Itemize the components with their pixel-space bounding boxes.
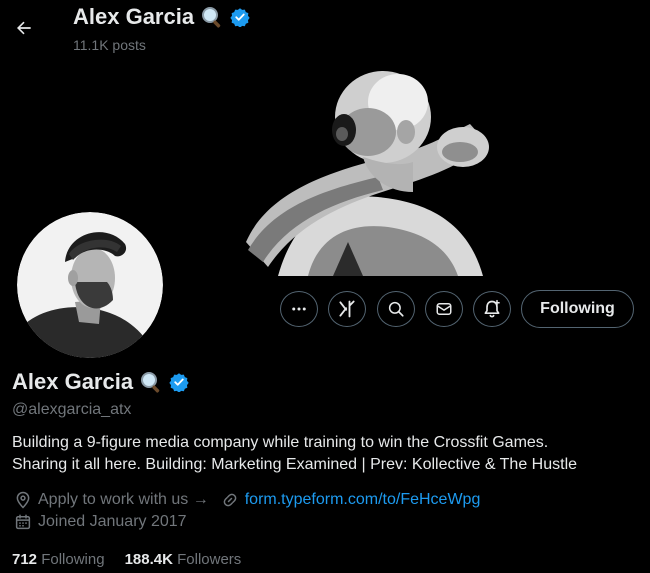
grok-button[interactable] — [328, 291, 366, 327]
more-icon — [292, 307, 306, 311]
profile-name: Alex Garcia — [12, 369, 134, 394]
message-icon — [436, 303, 452, 315]
location-text: Apply to work with us → — [38, 491, 209, 508]
website-link[interactable]: form.typeform.com/to/FeHceWpg — [245, 491, 481, 509]
banner-image — [238, 62, 498, 276]
following-label: Following — [41, 551, 105, 568]
following-count: 712 — [12, 551, 38, 568]
following-stat[interactable]: 712 Following — [12, 551, 105, 568]
followers-stat[interactable]: 188.4K Followers — [125, 551, 242, 568]
following-button[interactable]: Following — [521, 290, 634, 328]
grok-icon — [339, 300, 355, 318]
avatar[interactable] — [17, 212, 163, 358]
notification-bell-icon — [484, 299, 500, 318]
verified-badge-icon — [230, 8, 250, 27]
profile-bio: Building a 9-figure media company while … — [12, 432, 632, 476]
notifications-button[interactable] — [473, 291, 511, 327]
location-icon — [16, 491, 30, 509]
profile-meta-location-link: Apply to work with us → form.typeform.co… — [14, 491, 480, 509]
verified-badge-icon[interactable] — [169, 372, 189, 392]
back-button[interactable] — [8, 12, 40, 44]
joined-date: Joined January 2017 — [38, 513, 187, 530]
more-button[interactable] — [280, 291, 318, 327]
message-button[interactable] — [425, 291, 463, 327]
header-name: Alex Garcia — [73, 4, 195, 29]
magnifier-emoji-icon — [202, 7, 221, 28]
search-button[interactable] — [377, 291, 415, 327]
header-title: Alex Garcia — [73, 4, 250, 30]
avatar-photo — [17, 212, 163, 358]
followers-label: Followers — [177, 551, 242, 568]
follow-stats: 712 Following 188.4K Followers — [12, 551, 241, 568]
search-icon — [388, 301, 404, 317]
back-arrow-icon — [17, 21, 31, 35]
header-post-count: 11.1K posts — [73, 37, 146, 53]
calendar-icon — [15, 514, 31, 530]
magnifier-emoji-icon — [141, 372, 160, 393]
profile-meta-joined: Joined January 2017 — [14, 513, 187, 531]
profile-banner[interactable] — [238, 62, 498, 276]
profile-name-row: Alex Garcia — [12, 369, 189, 395]
followers-count: 188.4K — [124, 551, 173, 568]
bio-line: Building a 9-figure media company while … — [12, 434, 549, 451]
link-icon — [223, 493, 237, 507]
profile-handle: @alexgarcia_atx — [12, 401, 132, 418]
bio-line: Sharing it all here. Building: Marketing… — [12, 456, 578, 473]
